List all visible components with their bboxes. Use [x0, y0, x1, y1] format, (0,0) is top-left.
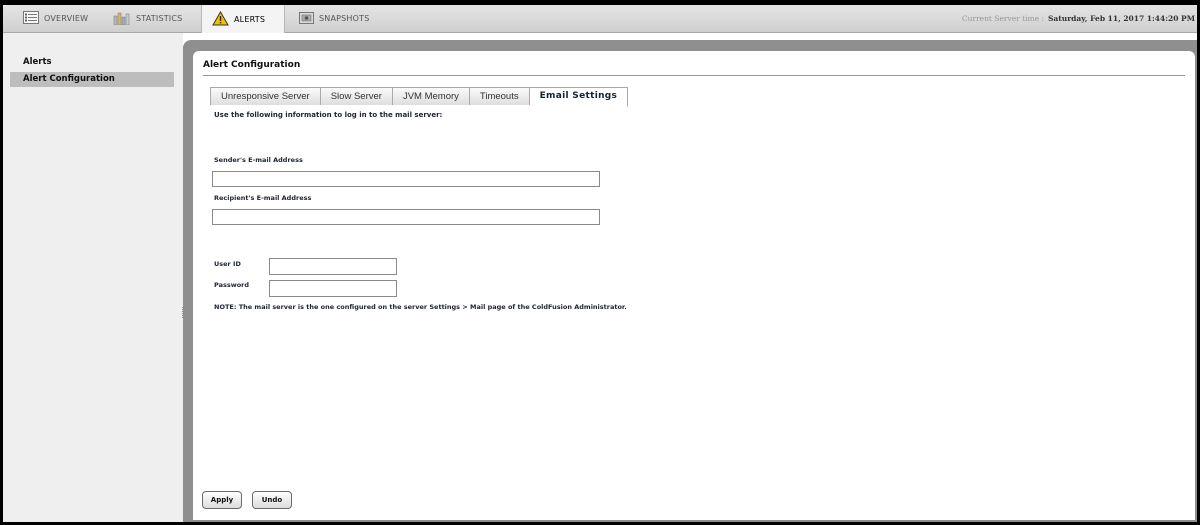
- recipient-email-label: Recipient's E-mail Address: [214, 194, 312, 202]
- server-time: Current Server time : Saturday, Feb 11, …: [962, 5, 1195, 32]
- tab-overview[interactable]: OVERVIEW: [23, 5, 88, 32]
- password-label: Password: [214, 281, 250, 289]
- intro-text: Use the following information to log in …: [214, 111, 443, 119]
- apply-button[interactable]: Apply: [202, 491, 242, 509]
- tab-jvm-memory[interactable]: JVM Memory: [392, 87, 470, 105]
- page-title: Alert Configuration: [203, 60, 301, 70]
- tab-slow-server[interactable]: Slow Server: [320, 87, 393, 105]
- top-navigation: OVERVIEW STATISTICS ALERTS SNAPSHOTS Cur…: [3, 5, 1197, 33]
- sidebar-item-alert-configuration[interactable]: Alert Configuration: [10, 72, 174, 87]
- title-divider: [203, 75, 1185, 76]
- server-time-label: Current Server time :: [961, 14, 1045, 23]
- tab-alerts-label: ALERTS: [234, 14, 266, 24]
- sender-email-input[interactable]: [212, 171, 600, 187]
- tab-alerts[interactable]: ALERTS: [201, 5, 285, 33]
- sidebar-item-alerts[interactable]: Alerts: [10, 55, 174, 70]
- tab-snapshots-label: SNAPSHOTS: [319, 14, 370, 23]
- tab-email-settings[interactable]: Email Settings: [529, 87, 629, 107]
- tab-overview-label: OVERVIEW: [44, 14, 89, 23]
- server-time-value: Saturday, Feb 11, 2017 1:44:20 PM: [1048, 14, 1195, 23]
- tab-snapshots[interactable]: SNAPSHOTS: [299, 5, 370, 32]
- mail-server-note: NOTE: The mail server is the one configu…: [214, 303, 627, 311]
- content-panel: Alert Configuration Unresponsive Server …: [193, 51, 1195, 520]
- user-id-input[interactable]: [269, 258, 397, 275]
- camera-icon: [299, 11, 314, 26]
- config-tabs: Unresponsive Server Slow Server JVM Memo…: [210, 87, 629, 107]
- sender-email-label: Sender's E-mail Address: [214, 156, 303, 164]
- checklist-icon: [23, 11, 39, 26]
- warning-icon: [212, 10, 229, 28]
- undo-button[interactable]: Undo: [252, 491, 292, 509]
- password-input[interactable]: [269, 280, 397, 297]
- user-id-label: User ID: [214, 260, 241, 268]
- tab-timeouts[interactable]: Timeouts: [469, 87, 530, 105]
- recipient-email-input[interactable]: [212, 209, 600, 225]
- bar-chart-icon: [113, 11, 131, 27]
- tab-statistics-label: STATISTICS: [136, 14, 183, 23]
- sidebar: Alerts Alert Configuration: [3, 33, 184, 522]
- tab-statistics[interactable]: STATISTICS: [113, 5, 182, 32]
- tab-unresponsive-server[interactable]: Unresponsive Server: [210, 87, 321, 105]
